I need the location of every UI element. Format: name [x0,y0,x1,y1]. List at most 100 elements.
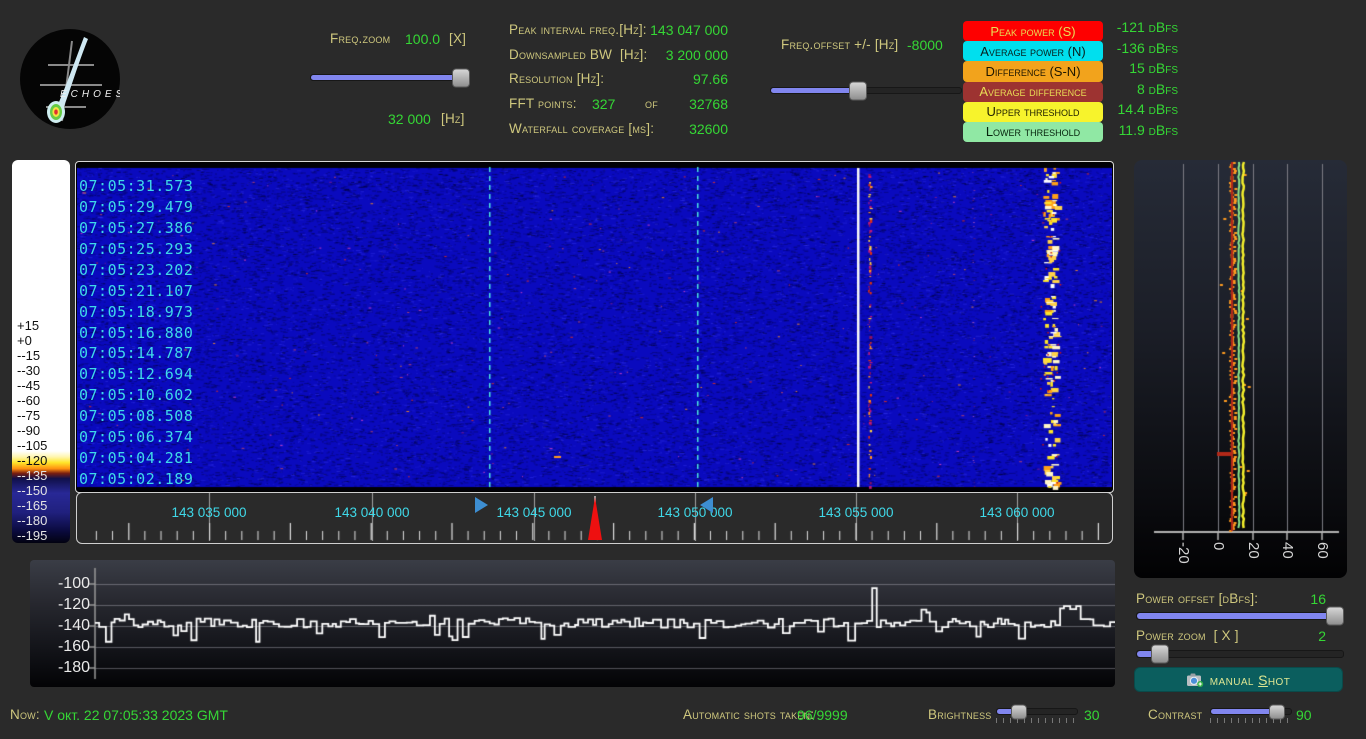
waterfall-timestamp: 07:05:29.479 [79,197,194,216]
power-axis-tick-label: 20 [1245,542,1262,559]
ruler-tick-label: 143 035 000 [171,505,247,520]
legend-difference-button[interactable]: Difference (S-N) [963,61,1103,82]
legend-average-difference-button[interactable]: Average difference [963,81,1103,102]
power-zoom-slider-handle[interactable] [1150,644,1169,664]
peak-frequency-marker[interactable] [588,497,602,540]
freq-zoom-slider[interactable] [310,68,471,87]
freq-offset-value: -8000 [907,37,943,53]
waterfall-display[interactable] [77,163,1112,491]
power-axis-tick-label: 40 [1279,542,1296,559]
stat-value: 32600 [689,121,728,137]
power-offset-slider[interactable] [1136,606,1344,626]
colorbar-label: --30 [17,363,41,378]
peak-power-readout: -121 dBfs [1116,19,1178,35]
ruler-tick-label: 143 040 000 [334,505,410,520]
stat-value: 3 200 000 [665,47,728,63]
brightness-slider-handle[interactable] [1011,704,1028,719]
freq-zoom-value: 100.0 [405,31,441,47]
waterfall-timestamp: 07:05:02.189 [79,470,194,489]
stat-value: 327 [592,96,616,112]
colorbar-label: --45 [17,378,41,393]
legend-upper-threshold-button[interactable]: Upper threshold [963,101,1103,122]
freq-span-value: 32 000 [388,111,431,127]
echoes-logo: ECHOES [20,29,120,129]
now-value: V окт. 22 07:05:33 2023 GMT [44,707,228,723]
stats-block: Peak interval freq.[Hz]: 143 047 000 Dow… [509,22,728,142]
power-zoom-label: Power zoom [ X ] [1136,628,1239,643]
stat-label: FFT points: [509,96,577,111]
colorbar-label: --195 [17,528,48,543]
colorbar-label: --150 [17,483,48,498]
freq-offset-slider-handle[interactable] [849,81,868,100]
power-axis-tick-label: 0 [1210,542,1227,551]
spectrum-axis-tick-label: -140 [57,617,90,634]
colorbar-label: --90 [17,423,41,438]
waterfall-timestamp: 07:05:21.107 [79,281,194,300]
waterfall-timestamp: 07:05:16.880 [79,323,194,342]
brightness-value: 30 [1084,707,1100,723]
colorbar-label: --165 [17,498,48,513]
spectrum-plot [30,560,1115,687]
waterfall-timestamp: 07:05:08.508 [79,407,194,426]
brightness-slider-ticks [996,718,1076,723]
svg-text:ECHOES: ECHOES [60,89,120,100]
echoes-main-window: ECHOES Freq.zoom 100.0 [X] 32 000 [Hz] P… [0,0,1366,739]
contrast-slider-ticks [1210,718,1290,723]
lower-threshold-readout: 11.9 dBfs [1118,122,1178,138]
waterfall-timestamp: 07:05:10.602 [79,386,194,405]
average-difference-readout: 8 dBfs [1136,80,1178,97]
peak-interval-right-arrow[interactable] [700,497,713,513]
ruler-tick-label: 143 050 000 [657,505,733,520]
stat-value: 32768 [689,96,728,112]
brightness-label: Brightness [928,707,992,722]
average-power-readout: -136 dBfs [1116,39,1178,56]
manual-shot-button[interactable]: manual Shot [1134,667,1343,692]
colorbar-label: +0 [17,333,32,348]
contrast-slider-fill [1211,709,1277,714]
waterfall-timestamp: 07:05:04.281 [79,449,194,468]
freq-zoom-slider-handle[interactable] [452,68,471,87]
colorbar-label: --120 [17,453,48,468]
legend-average-power-button[interactable]: Average power (N) [963,41,1103,62]
now-label: Now: [10,707,40,722]
brightness-slider[interactable] [996,704,1078,719]
power-zoom-value: 2 [1318,628,1326,644]
colorbar-label: --60 [17,393,41,408]
legend-peak-power-button[interactable]: Peak power (S) [963,21,1103,42]
colorbar-label: --180 [17,513,48,528]
peak-interval-left-arrow[interactable] [475,497,488,513]
waterfall-timestamp: 07:05:18.973 [79,302,194,321]
waterfall-timestamp: 07:05:31.573 [79,177,194,195]
waterfall-timestamp: 07:05:27.386 [79,218,194,237]
power-offset-slider-handle[interactable] [1325,606,1344,626]
waterfall-timestamp: 07:05:23.202 [79,260,194,279]
contrast-slider[interactable] [1210,704,1292,719]
frequency-ruler[interactable]: 143 035 000 143 040 000 143 045 000 143 050… [76,492,1113,544]
freq-offset-label: Freq.offset +/- [Hz] [781,37,899,52]
legend-lower-threshold-button[interactable]: Lower threshold [963,121,1103,143]
power-axis-tick-label: 60 [1314,542,1331,559]
waterfall-timestamp: 07:05:12.694 [79,365,194,384]
stat-value: 143 047 000 [650,22,728,38]
shots-taken-value: 96/9999 [797,707,848,723]
power-offset-value: 16 [1310,591,1326,607]
freq-zoom-unit: [X] [449,31,467,46]
stat-label: Resolution [Hz]: [509,71,605,86]
colorbar-label: --15 [17,348,41,363]
stat-label: Peak interval freq.[Hz]: [509,22,647,37]
freq-offset-slider[interactable] [770,81,962,100]
freq-offset-slider-fill [771,88,859,93]
ruler-tick-label: 143 045 000 [496,505,572,520]
colorbar-label: --135 [17,468,48,483]
colorbar-label: --105 [17,438,48,453]
dbfs-readouts: -121 dBfs -136 dBfs 15 dBfs 8 dBfs 14.4 … [1112,19,1178,149]
contrast-slider-handle[interactable] [1268,704,1285,719]
freq-span-unit: [Hz] [441,111,465,126]
waterfall-timestamp: 07:05:25.293 [79,239,194,258]
waterfall-timestamp: 07:05:06.374 [79,428,194,447]
manual-shot-label: manual Shot [1209,671,1291,688]
plot-legend: Peak power (S) Average power (N) Differe… [963,21,1103,143]
colorbar-label: +15 [17,318,40,333]
power-offset-label: Power offset [dBfs]: [1136,591,1259,606]
power-zoom-slider[interactable] [1136,644,1344,664]
